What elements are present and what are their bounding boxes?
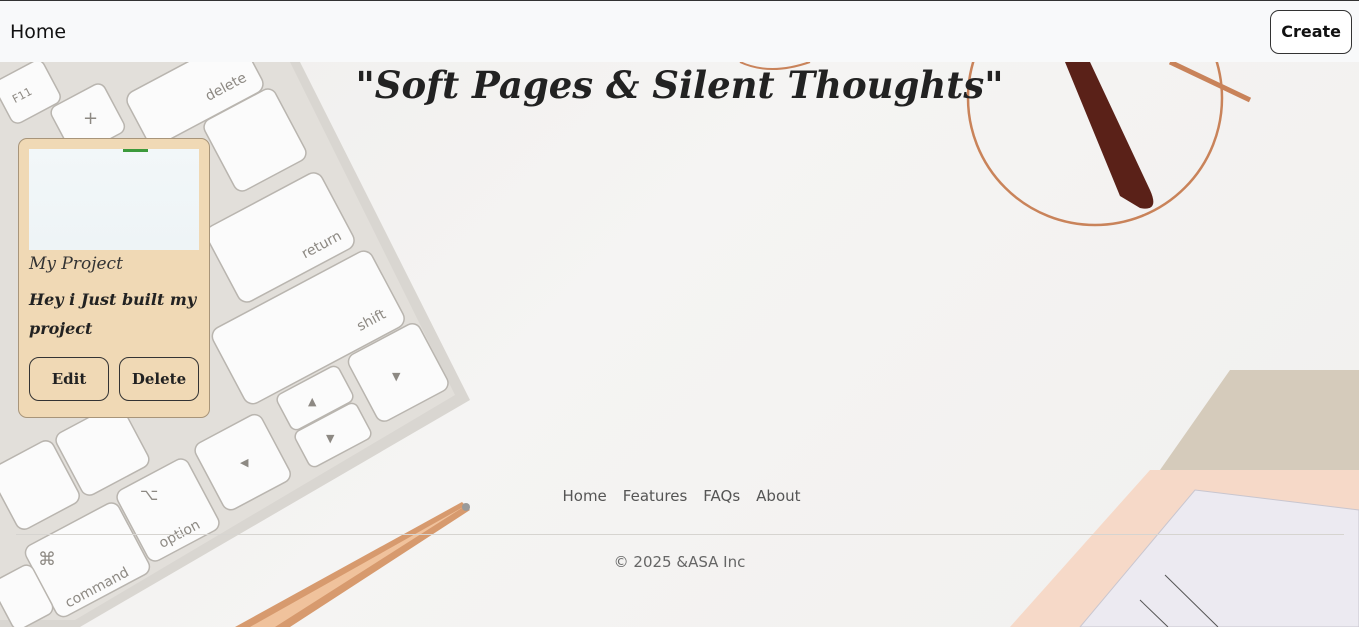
footer-link-home[interactable]: Home — [562, 487, 606, 505]
page-title: "Soft Pages & Silent Thoughts" — [355, 63, 1004, 107]
nav-home-link[interactable]: Home — [10, 21, 66, 43]
footer-link-faqs[interactable]: FAQs — [703, 487, 740, 505]
svg-text:+: + — [83, 108, 98, 129]
note-body: Hey i Just built my project — [29, 290, 197, 338]
footer-link-about[interactable]: About — [756, 487, 800, 505]
footer-nav: Home Features FAQs About — [0, 487, 1359, 505]
svg-text:▼: ▼ — [392, 370, 401, 383]
note-card: My Project Hey i Just built my project E… — [18, 138, 210, 418]
note-thumbnail — [29, 149, 199, 250]
footer-divider — [16, 534, 1344, 535]
thumbnail-accent — [123, 149, 148, 152]
svg-text:▼: ▼ — [326, 432, 335, 445]
svg-text:▲: ▲ — [308, 395, 317, 408]
create-button[interactable]: Create — [1270, 9, 1352, 54]
delete-button[interactable]: Delete — [119, 357, 199, 401]
copyright-text: © 2025 &ASA Inc — [613, 553, 746, 571]
note-actions: Edit Delete — [29, 357, 199, 401]
edit-button[interactable]: Edit — [29, 357, 109, 401]
note-title: My Project — [29, 254, 123, 274]
top-navbar: Home Create — [0, 0, 1359, 62]
svg-text:◀: ◀ — [240, 456, 249, 469]
footer-link-features[interactable]: Features — [623, 487, 688, 505]
